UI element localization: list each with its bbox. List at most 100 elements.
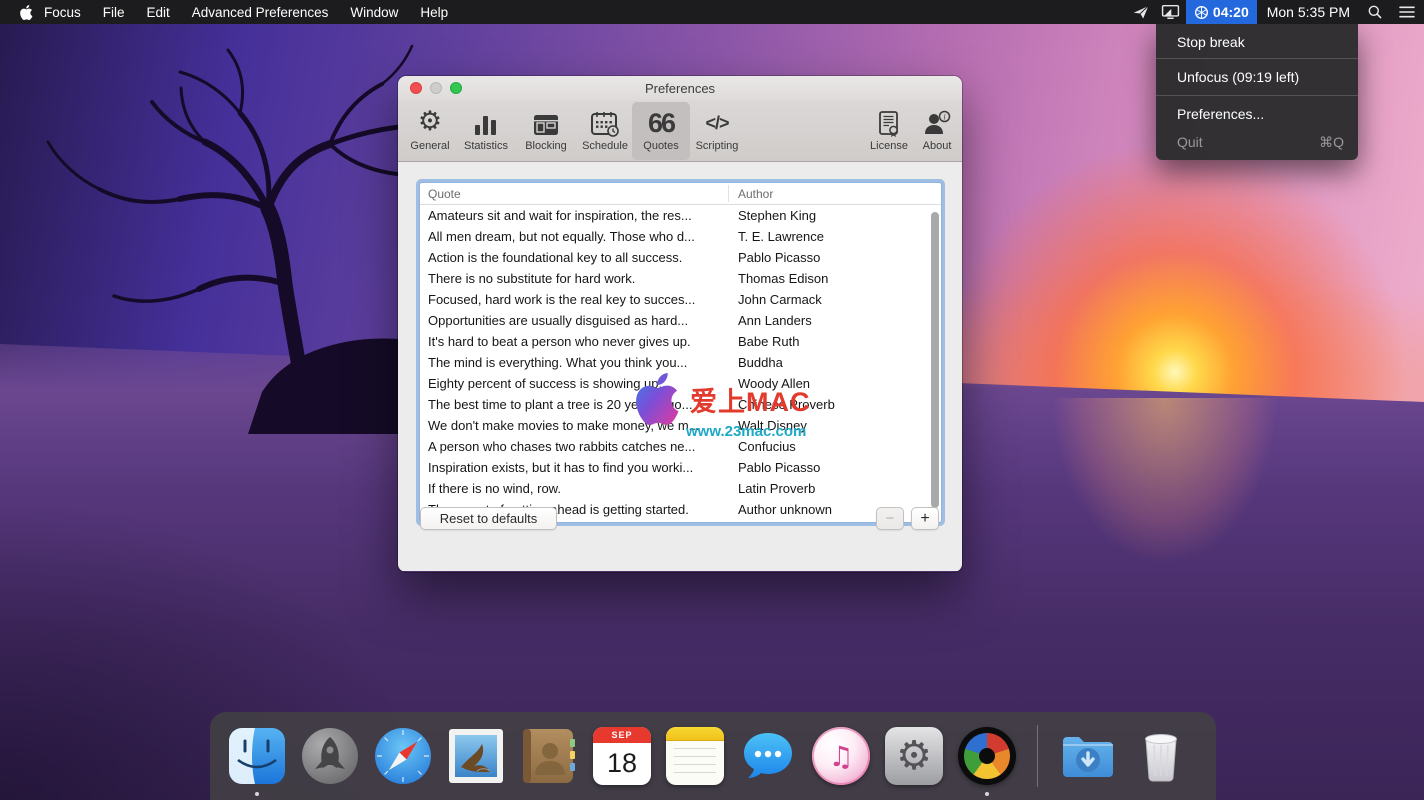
tab-quotes[interactable]: 66 Quotes (632, 102, 690, 160)
author-cell: Ann Landers (728, 313, 812, 328)
quit-shortcut: ⌘Q (1319, 134, 1344, 151)
menu-item[interactable]: Edit (136, 0, 181, 24)
app-menus: FocusFileEditAdvanced PreferencesWindowH… (33, 0, 459, 24)
zoom-button[interactable] (450, 82, 462, 94)
author-cell: John Carmack (728, 292, 822, 307)
dock-trash-icon[interactable] (1130, 725, 1192, 787)
menu-item-stop-break[interactable]: Stop break (1156, 29, 1358, 55)
table-row[interactable]: The best time to plant a tree is 20 year… (420, 394, 941, 415)
dock-downloads-folder-icon[interactable] (1057, 725, 1119, 787)
display-mirroring-icon[interactable] (1156, 0, 1186, 24)
reset-to-defaults-button[interactable]: Reset to defaults (420, 507, 557, 530)
calendar-month: SEP (593, 727, 651, 743)
dock-system-preferences-icon[interactable]: ⚙ (883, 725, 945, 787)
tab-blocking[interactable]: Blocking (517, 102, 575, 160)
notification-center-icon[interactable] (1390, 0, 1424, 24)
apple-menu-icon[interactable] (20, 5, 33, 20)
table-row[interactable]: The mind is everything. What you think y… (420, 352, 941, 373)
dock-itunes-icon[interactable]: ♫ (810, 725, 872, 787)
table-row[interactable]: There is no substitute for hard work. Th… (420, 268, 941, 289)
menu-item-quit[interactable]: Quit ⌘Q (1156, 129, 1358, 155)
menu-item-preferences[interactable]: Preferences... (1156, 99, 1358, 129)
table-row[interactable]: We don't make movies to make money, we m… (420, 415, 941, 436)
table-header[interactable]: Quote Author (420, 183, 941, 205)
focus-menubar-timer[interactable]: 04:20 (1186, 0, 1257, 24)
tab-scripting[interactable]: </> Scripting (688, 102, 746, 160)
tab-general[interactable]: ⚙ General (401, 102, 459, 160)
dock-messages-icon[interactable] (737, 725, 799, 787)
menubar-clock[interactable]: Mon 5:35 PM (1257, 4, 1360, 20)
table-row[interactable]: Action is the foundational key to all su… (420, 247, 941, 268)
table-row[interactable]: A person who chases two rabbits catches … (420, 436, 941, 457)
menu-item[interactable]: Focus (33, 0, 92, 24)
author-cell: T. E. Lawrence (728, 229, 824, 244)
quote-cell: Eighty percent of success is showing up. (420, 376, 728, 391)
table-scrollbar[interactable] (929, 207, 940, 519)
menu-item[interactable]: Advanced Preferences (181, 0, 340, 24)
quote-cell: There is no substitute for hard work. (420, 271, 728, 286)
table-row[interactable]: All men dream, but not equally. Those wh… (420, 226, 941, 247)
license-certificate-icon (877, 102, 901, 138)
dock-safari-icon[interactable] (372, 725, 434, 787)
menu-separator (1156, 58, 1358, 59)
menu-item[interactable]: Help (409, 0, 459, 24)
window-titlebar[interactable]: Preferences (398, 76, 962, 100)
desktop: FocusFileEditAdvanced PreferencesWindowH… (0, 0, 1424, 800)
focus-timer: 04:20 (1213, 4, 1249, 20)
dock-notes-icon[interactable] (664, 725, 726, 787)
dock-focus-app-icon[interactable] (956, 725, 1018, 787)
menu-item[interactable]: Window (339, 0, 409, 24)
spotlight-search-icon[interactable] (1360, 0, 1390, 24)
remove-quote-button[interactable]: − (876, 507, 904, 530)
quote-cell: A person who chases two rabbits catches … (420, 439, 728, 454)
dock-calendar-icon[interactable]: SEP 18 (591, 725, 653, 787)
svg-text:i: i (943, 112, 945, 121)
author-cell: Pablo Picasso (728, 460, 820, 475)
person-info-icon: i (923, 102, 951, 138)
quote-cell: The mind is everything. What you think y… (420, 355, 728, 370)
table-row[interactable]: Amateurs sit and wait for inspiration, t… (420, 205, 941, 226)
author-cell: Author unknown (728, 502, 832, 517)
column-divider[interactable] (728, 185, 729, 202)
dock-finder-icon[interactable] (226, 725, 288, 787)
quote-cell: If there is no wind, row. (420, 481, 728, 496)
tab-statistics[interactable]: Statistics (457, 102, 515, 160)
author-cell: Walt Disney (728, 418, 807, 433)
author-cell: Latin Proverb (728, 481, 815, 496)
menu-separator (1156, 95, 1358, 96)
tab-about[interactable]: i About (908, 102, 962, 160)
quote-cell: It's hard to beat a person who never giv… (420, 334, 728, 349)
table-body: Amateurs sit and wait for inspiration, t… (420, 205, 941, 522)
scrollbar-thumb[interactable] (931, 212, 939, 508)
minimize-button[interactable] (430, 82, 442, 94)
table-row[interactable]: Focused, hard work is the real key to su… (420, 289, 941, 310)
preferences-toolbar: ⚙ General Statistics Blocking Schedule (398, 100, 962, 162)
dock-mail-icon[interactable] (445, 725, 507, 787)
table-row[interactable]: It's hard to beat a person who never giv… (420, 331, 941, 352)
focus-shutter-icon (1194, 5, 1209, 20)
column-header-quote[interactable]: Quote (420, 187, 728, 201)
menu-item-unfocus[interactable]: Unfocus (09:19 left) (1156, 62, 1358, 92)
calendar-day: 18 (593, 743, 651, 783)
close-button[interactable] (410, 82, 422, 94)
window-title: Preferences (645, 81, 715, 96)
sun-reflection (1000, 398, 1330, 638)
add-quote-button[interactable]: + (911, 507, 939, 530)
column-header-author[interactable]: Author (728, 187, 773, 201)
tab-schedule[interactable]: Schedule (576, 102, 634, 160)
dock: SEP 18 ♫ ⚙ (210, 712, 1216, 800)
table-row[interactable]: Opportunities are usually disguised as h… (420, 310, 941, 331)
table-row[interactable]: Eighty percent of success is showing up.… (420, 373, 941, 394)
dock-separator (1037, 725, 1038, 787)
table-row[interactable]: Inspiration exists, but it has to find y… (420, 457, 941, 478)
quotes-table[interactable]: Quote Author Amateurs sit and wait for i… (420, 183, 941, 522)
table-row[interactable]: If there is no wind, row. Latin Proverb (420, 478, 941, 499)
dock-contacts-icon[interactable] (518, 725, 580, 787)
dock-launchpad-icon[interactable] (299, 725, 361, 787)
quote-cell: We don't make movies to make money, we m… (420, 418, 728, 433)
browser-window-icon (532, 102, 560, 138)
quote-cell: Amateurs sit and wait for inspiration, t… (420, 208, 728, 223)
paper-plane-icon[interactable] (1126, 0, 1156, 24)
menu-item[interactable]: File (92, 0, 136, 24)
quote-cell: Opportunities are usually disguised as h… (420, 313, 728, 328)
